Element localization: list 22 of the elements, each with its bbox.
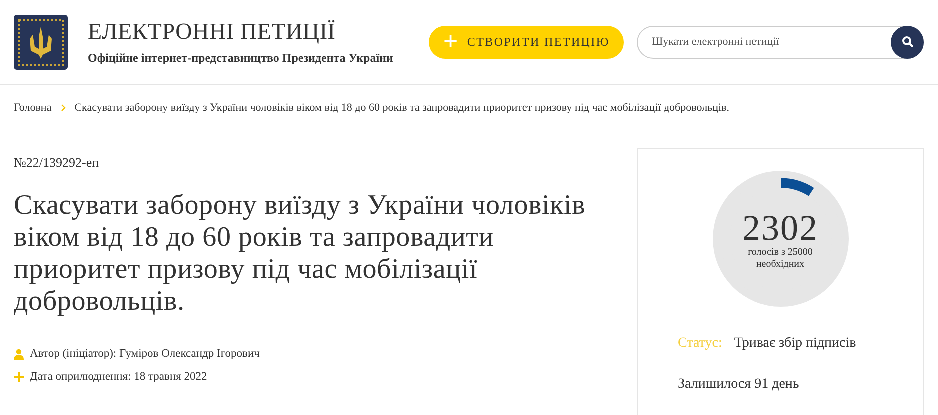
days-remaining: Залишилося 91 день [678,376,800,394]
breadcrumb-link[interactable]: Скасувати заборону виїзду з України чоловіків віком від 18 до 60 років та запровадити приоритет призову під час мобілізації добровольців. [74,100,730,116]
search-field[interactable]: Шукати електронні петиції [637,26,924,58]
petition-number: №22/139292-еп [14,154,100,172]
vote-caption: голосів з 25000 необхідних [747,247,814,271]
person-icon [14,348,24,360]
create-petition-button[interactable]: + СТВОРИТИ ПЕТИЦІЮ [429,26,624,58]
trident-logo [14,14,68,70]
status-value: Триває збір підписів [734,335,856,353]
petition-meta: Дата оприлюднення: 18 травня 2022 [30,370,208,385]
petition-meta: Автор (ініціатор): Гуміров Олександр Ігорович [30,346,260,362]
vote-count: 2302 [742,209,818,247]
plus-icon [14,372,24,382]
chevron-icon [60,104,66,112]
petition-title: Скасувати заборону виїзду з України чоловіків віком від 18 до 60 років та запровадити приоритет призову під час мобілізації добровольців. [14,190,587,318]
site-title: ЕЛЕКТРОННІ ПЕТИЦІЇ [88,18,337,46]
site-subtitle: Офіційне інтернет-представництво Президента України [88,50,394,66]
status-label: Статус: [678,335,722,353]
breadcrumb-link[interactable]: Головна [14,100,52,116]
search-icon [902,36,914,48]
search-button[interactable] [891,26,924,58]
search-input[interactable]: Шукати електронні петиції [652,34,891,50]
